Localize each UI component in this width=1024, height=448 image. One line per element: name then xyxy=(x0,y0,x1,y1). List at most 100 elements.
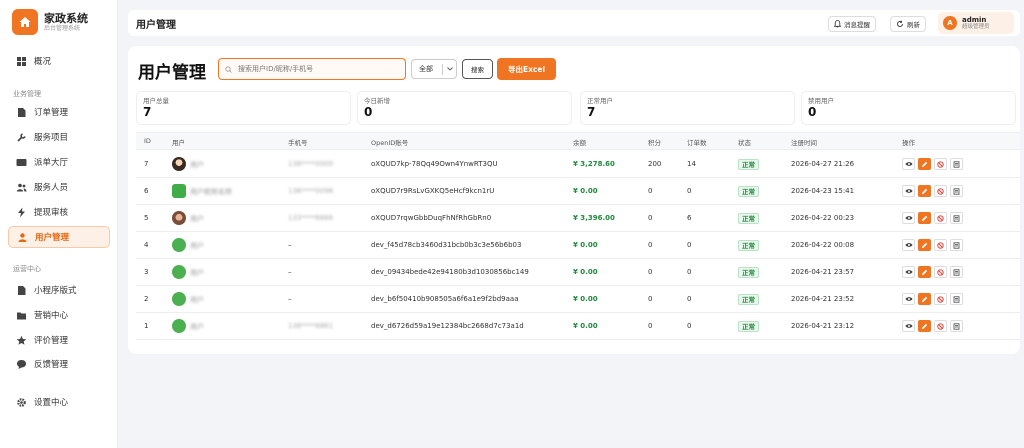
table-row: 5 用户 133****6666 oXQUD7rqwGbbDuqFhNfRhGbRn0… xyxy=(136,205,1020,232)
sidebar-item-10[interactable]: 反馈管理 xyxy=(8,353,110,375)
row-actions xyxy=(902,239,966,251)
stat-value: 7 xyxy=(587,105,596,119)
sidebar-item-9[interactable]: 评价管理 xyxy=(8,329,110,351)
search-box[interactable] xyxy=(218,58,406,80)
column-header: 余额 xyxy=(573,139,586,147)
column-header: ID xyxy=(144,137,151,145)
sidebar: 家政系统 后台管理系统 概况 订单管理 服务项目 派单大厅 服务人员 提现审核 用户管理 小程… xyxy=(0,0,118,448)
pencil-icon xyxy=(922,242,928,248)
sidebar-item-label: 概况 xyxy=(34,57,52,67)
edit-button[interactable] xyxy=(918,320,931,332)
view-button[interactable] xyxy=(902,293,915,305)
eye-icon xyxy=(905,189,912,193)
avatar xyxy=(172,211,186,225)
detail-button[interactable] xyxy=(950,212,963,224)
sidebar-item-11[interactable]: 设置中心 xyxy=(8,391,110,413)
home-logo-icon xyxy=(12,9,38,35)
detail-button[interactable] xyxy=(950,320,963,332)
document-icon xyxy=(953,187,960,195)
avatar xyxy=(172,265,186,279)
avatar xyxy=(172,238,186,252)
brand-title: 家政系统 xyxy=(44,11,88,25)
detail-button[interactable] xyxy=(950,266,963,278)
disable-button[interactable] xyxy=(934,320,947,332)
document-icon xyxy=(953,268,960,276)
search-input[interactable] xyxy=(238,65,398,73)
view-button[interactable] xyxy=(902,158,915,170)
pencil-icon xyxy=(922,161,928,167)
detail-button[interactable] xyxy=(950,185,963,197)
document-icon xyxy=(953,214,960,222)
view-button[interactable] xyxy=(902,212,915,224)
topbar: 用户管理 消息提醒 刷新 A admin 超级管理员 xyxy=(128,10,1020,36)
sidebar-item-3[interactable]: 派单大厅 xyxy=(8,151,110,173)
sidebar-item-5[interactable]: 提现审核 xyxy=(8,201,110,223)
user-name: admin xyxy=(962,15,987,24)
view-button[interactable] xyxy=(902,185,915,197)
avatar xyxy=(172,292,186,306)
search-button[interactable]: 搜索 xyxy=(462,59,493,79)
sidebar-section-label: 业务管理 xyxy=(13,90,41,98)
view-button[interactable] xyxy=(902,320,915,332)
wrench-icon xyxy=(16,132,27,143)
user-nickname: 用户 xyxy=(190,215,204,223)
sidebar-item-8[interactable]: 营销中心 xyxy=(8,304,110,326)
status-filter-select[interactable]: 全部 xyxy=(411,59,457,79)
avatar xyxy=(172,157,186,171)
sidebar-item-6[interactable]: 用户管理 xyxy=(8,226,110,248)
main-card: 用户管理 全部 搜索 导出Excel 用户总量 7 今日新增 0 正常用户 7 … xyxy=(128,46,1020,354)
edit-button[interactable] xyxy=(918,158,931,170)
bell-icon xyxy=(834,20,841,28)
edit-button[interactable] xyxy=(918,293,931,305)
user-id: 1 xyxy=(144,322,149,330)
disable-button[interactable] xyxy=(934,212,947,224)
edit-button[interactable] xyxy=(918,239,931,251)
column-header: 订单数 xyxy=(687,139,707,147)
sidebar-item-2[interactable]: 服务项目 xyxy=(8,126,110,148)
edit-button[interactable] xyxy=(918,266,931,278)
detail-button[interactable] xyxy=(950,293,963,305)
search-icon xyxy=(225,65,232,73)
disable-button[interactable] xyxy=(934,239,947,251)
status-filter-value: 全部 xyxy=(419,65,433,73)
detail-button[interactable] xyxy=(950,239,963,251)
chevron-down-icon xyxy=(447,67,453,71)
user-phone: – xyxy=(288,268,292,276)
pencil-icon xyxy=(922,269,928,275)
refresh-button[interactable]: 刷新 xyxy=(890,16,926,32)
status-badge: 正常 xyxy=(738,159,759,170)
register-time: 2026-04-23 15:41 xyxy=(791,187,855,195)
notify-button[interactable]: 消息提醒 xyxy=(828,16,876,32)
user-id: 7 xyxy=(144,160,149,168)
user-nickname: 用户 xyxy=(190,323,204,331)
ban-icon xyxy=(937,214,944,222)
sidebar-item-label: 订单管理 xyxy=(34,108,69,118)
view-button[interactable] xyxy=(902,239,915,251)
user-phone: 133****6666 xyxy=(288,214,334,222)
register-time: 2026-04-21 23:12 xyxy=(791,322,855,330)
view-button[interactable] xyxy=(902,266,915,278)
detail-button[interactable] xyxy=(950,158,963,170)
stat-label: 正常用户 xyxy=(587,97,613,105)
sidebar-item-label: 服务项目 xyxy=(34,133,69,143)
ban-icon xyxy=(937,187,944,195)
sidebar-item-0[interactable]: 概况 xyxy=(8,50,110,72)
stat-label: 今日新增 xyxy=(364,97,390,105)
sidebar-item-label: 营销中心 xyxy=(34,311,69,321)
user-balance: ¥ 0.00 xyxy=(573,241,598,249)
status-badge: 正常 xyxy=(738,213,759,224)
user-menu[interactable]: A admin 超级管理员 xyxy=(938,12,1014,34)
disable-button[interactable] xyxy=(934,266,947,278)
disable-button[interactable] xyxy=(934,158,947,170)
user-orders: 0 xyxy=(687,322,692,330)
disable-button[interactable] xyxy=(934,293,947,305)
sidebar-item-label: 服务人员 xyxy=(34,183,69,193)
export-excel-button[interactable]: 导出Excel xyxy=(497,58,556,80)
sidebar-item-1[interactable]: 订单管理 xyxy=(8,101,110,123)
sidebar-item-4[interactable]: 服务人员 xyxy=(8,176,110,198)
user-points: 200 xyxy=(648,160,662,168)
edit-button[interactable] xyxy=(918,185,931,197)
disable-button[interactable] xyxy=(934,185,947,197)
sidebar-item-7[interactable]: 小程序版式 xyxy=(8,279,110,301)
edit-button[interactable] xyxy=(918,212,931,224)
